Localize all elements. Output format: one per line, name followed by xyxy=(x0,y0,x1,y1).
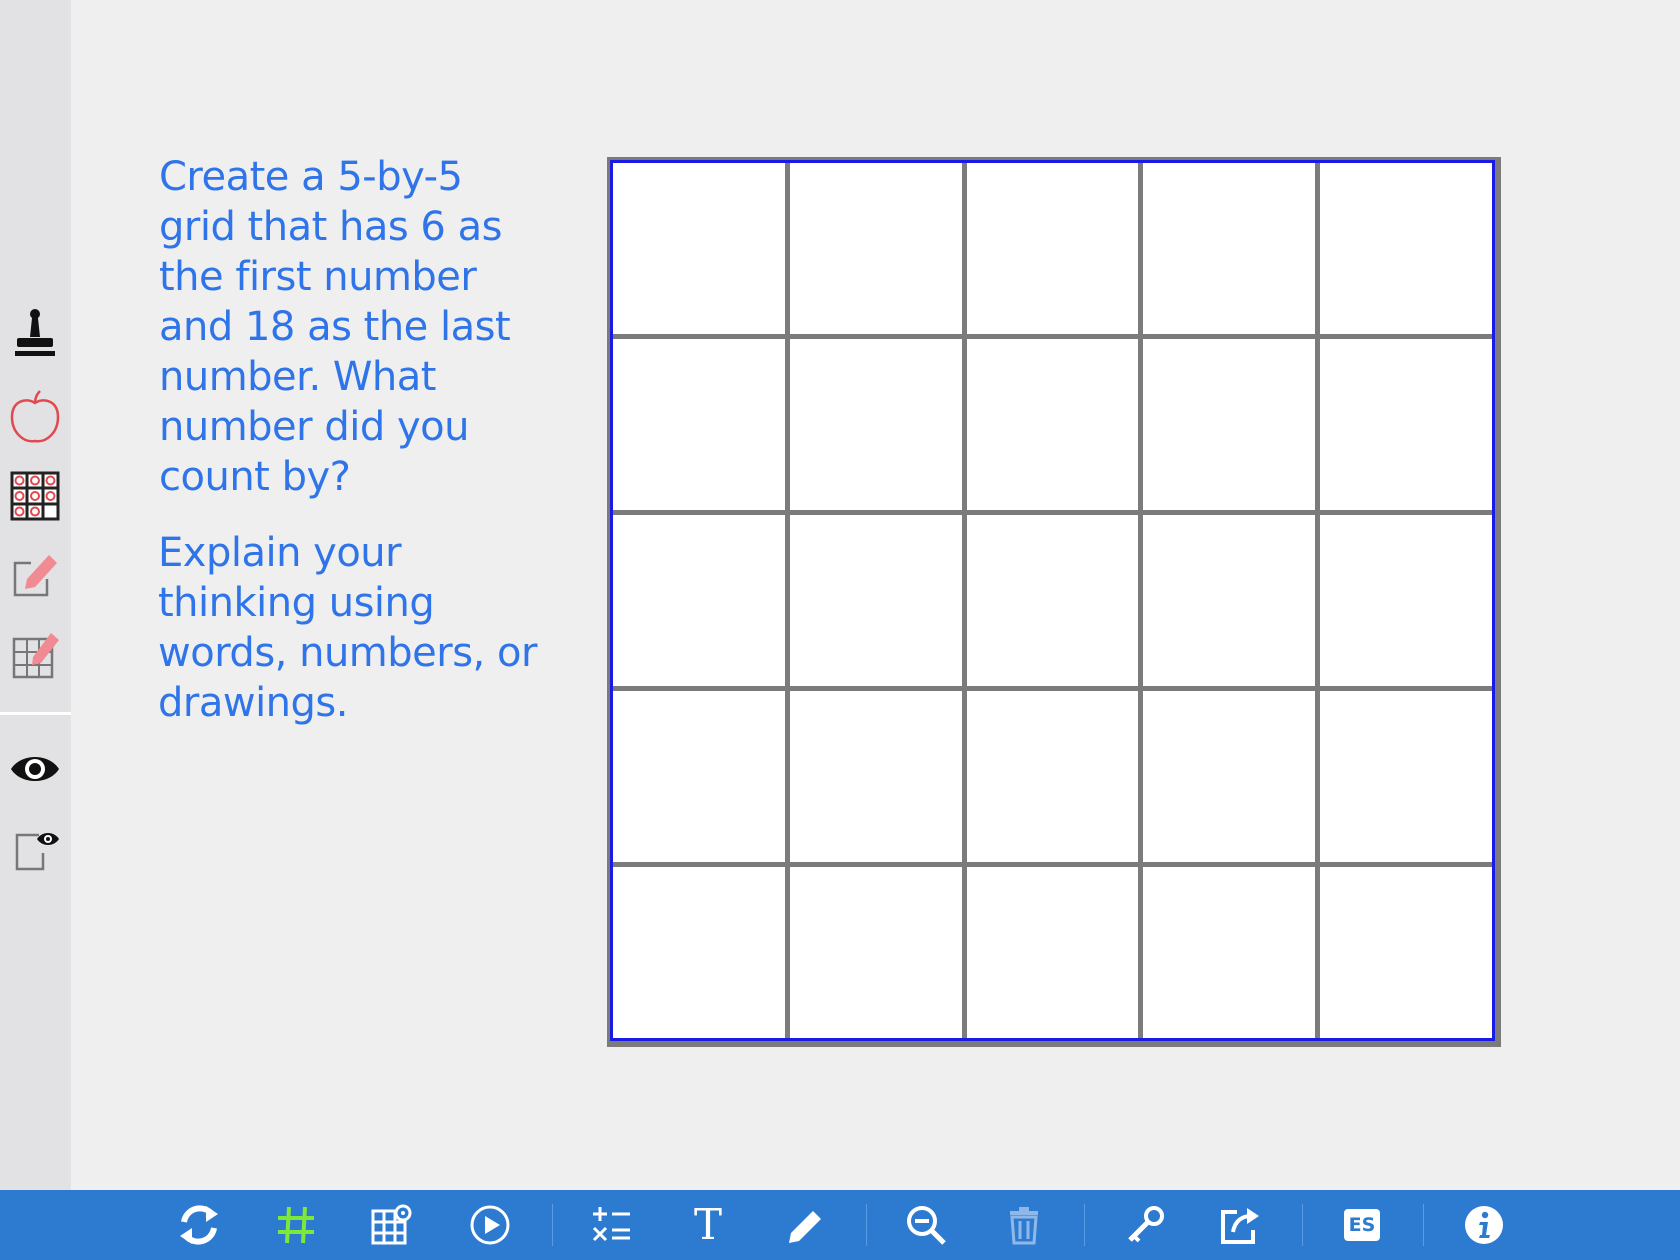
grid-cell[interactable] xyxy=(966,339,1139,510)
share-icon xyxy=(1221,1208,1259,1244)
grid-settings-button[interactable] xyxy=(363,1197,419,1253)
language-button[interactable]: ES xyxy=(1334,1197,1390,1253)
grid-cell[interactable] xyxy=(789,339,962,510)
grid-toggle-button[interactable] xyxy=(268,1197,324,1253)
apple-icon xyxy=(10,390,60,443)
toolbar-separator xyxy=(1423,1204,1424,1246)
grid-cell[interactable] xyxy=(613,867,785,1038)
trash-icon xyxy=(1010,1207,1038,1245)
refresh-icon xyxy=(180,1205,218,1245)
zoom-out-button[interactable] xyxy=(898,1197,954,1253)
grid-cell[interactable] xyxy=(1143,163,1316,334)
toolbar-separator xyxy=(866,1204,867,1246)
grid-cell[interactable] xyxy=(789,515,962,686)
toolbar-separator xyxy=(1084,1204,1085,1246)
zoom-out-icon xyxy=(907,1206,946,1245)
equation-icon xyxy=(592,1207,630,1242)
show-hide-tool[interactable] xyxy=(8,742,62,796)
grid-cell[interactable] xyxy=(613,691,785,862)
sidebar-divider xyxy=(0,712,71,715)
grid-cell[interactable] xyxy=(966,691,1139,862)
grid-cell[interactable] xyxy=(1143,339,1316,510)
hash-icon xyxy=(278,1206,314,1244)
note-pencil-icon xyxy=(13,555,57,597)
apple-tool[interactable] xyxy=(8,390,62,444)
grid-settings-icon xyxy=(371,1204,412,1245)
eye-icon xyxy=(11,757,59,781)
pencil-button[interactable] xyxy=(777,1197,833,1253)
info-icon xyxy=(1465,1206,1503,1244)
grid-counters-icon xyxy=(10,471,60,521)
pencil-icon xyxy=(789,1211,821,1243)
grid-cell[interactable] xyxy=(613,163,785,334)
instruction-text: Explain your thinking using words, numbe… xyxy=(158,530,537,726)
grid-cell[interactable] xyxy=(1320,515,1492,686)
info-button[interactable] xyxy=(1456,1197,1512,1253)
share-button[interactable] xyxy=(1212,1197,1268,1253)
grid-cell[interactable] xyxy=(1143,867,1316,1038)
refresh-button[interactable] xyxy=(171,1197,227,1253)
equation-button[interactable] xyxy=(584,1197,640,1253)
hundred-grid-frame xyxy=(607,157,1501,1047)
note-tool[interactable] xyxy=(8,548,62,602)
five-by-five-grid xyxy=(610,160,1495,1041)
grid-cell[interactable] xyxy=(789,867,962,1038)
note-visibility-tool[interactable] xyxy=(8,822,62,876)
key-button[interactable] xyxy=(1118,1197,1174,1253)
table-pencil-icon xyxy=(12,633,59,679)
grid-cell[interactable] xyxy=(1320,163,1492,334)
grid-cell[interactable] xyxy=(613,515,785,686)
table-tool[interactable] xyxy=(8,628,62,682)
toolbar-separator xyxy=(1302,1204,1303,1246)
grid-cell[interactable] xyxy=(1320,867,1492,1038)
grid-cell[interactable] xyxy=(966,163,1139,334)
grid-cell[interactable] xyxy=(966,867,1139,1038)
grid-cell[interactable] xyxy=(1320,691,1492,862)
grid-cell[interactable] xyxy=(789,163,962,334)
grid-cell[interactable] xyxy=(1143,691,1316,862)
grid-cell[interactable] xyxy=(966,515,1139,686)
note-eye-icon xyxy=(15,833,59,871)
left-sidebar xyxy=(0,0,71,1190)
play-icon xyxy=(470,1205,510,1245)
text-icon: T xyxy=(693,1200,722,1249)
stamp-tool[interactable] xyxy=(8,307,62,361)
language-icon: ES xyxy=(1344,1209,1380,1241)
question-text: Create a 5-by-5 grid that has 6 as the f… xyxy=(159,154,511,500)
counters-grid-tool[interactable] xyxy=(8,469,62,523)
grid-cell[interactable] xyxy=(1143,515,1316,686)
play-button[interactable] xyxy=(462,1197,518,1253)
grid-cell[interactable] xyxy=(613,339,785,510)
stamp-icon xyxy=(15,309,55,356)
text-button[interactable]: T xyxy=(680,1197,736,1253)
toolbar-separator xyxy=(552,1204,553,1246)
bottom-toolbar: T ES xyxy=(0,1190,1680,1260)
trash-button[interactable] xyxy=(996,1197,1052,1253)
grid-cell[interactable] xyxy=(1320,339,1492,510)
key-icon xyxy=(1128,1206,1164,1243)
grid-cell[interactable] xyxy=(789,691,962,862)
